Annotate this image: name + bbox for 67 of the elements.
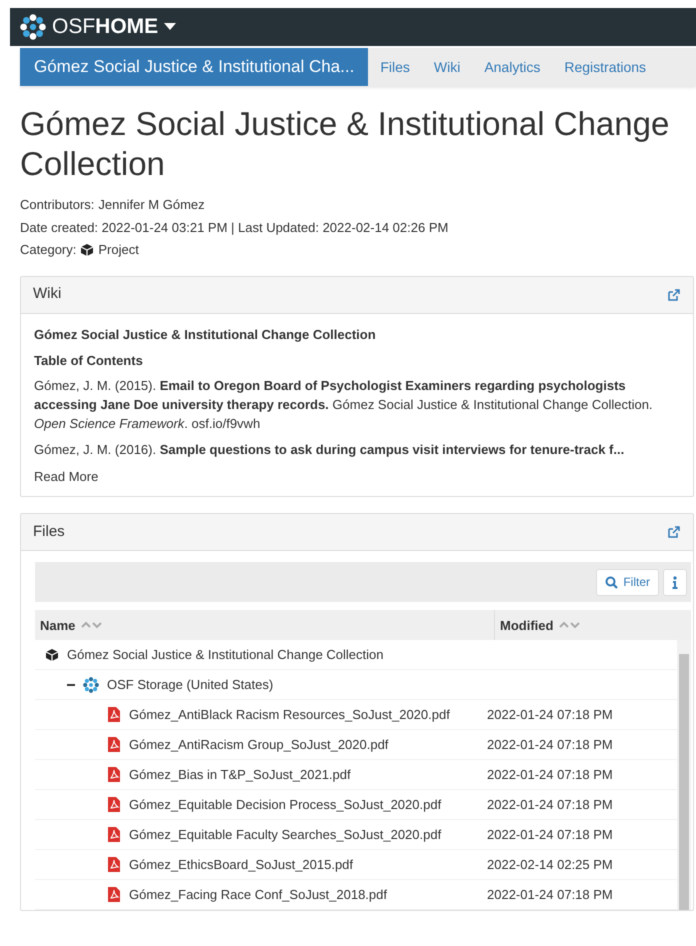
project-title-link[interactable]: Gómez Social Justice & Institutional Cha... (20, 48, 368, 86)
filter-button[interactable]: Filter (596, 568, 659, 596)
cube-icon (80, 242, 94, 257)
file-row[interactable]: OSF Storage (United States) (35, 670, 677, 700)
file-name: Gómez_Equitable Faculty Searches_SoJust_2020.pdf (129, 826, 442, 844)
panel-heading: Wiki (33, 284, 62, 304)
citation-text: Gómez, J. M. (2015). Email to Oregon Board of Psychologist Examiners regarding psychologists accessing Jane Doe university therapy records. Gómez Social Justice & Institutional Change Collection. Open Science Framework. osf.io/f9vwh (34, 377, 654, 434)
pdf-file-icon (107, 887, 121, 902)
modified-date: 2022-01-24 07:18 PM (487, 707, 613, 722)
file-row[interactable]: Gómez Social Justice & Institutional Change Collection (35, 640, 677, 670)
modified-date: 2022-01-24 07:18 PM (487, 797, 613, 812)
file-row[interactable]: Gómez_AntiBlack Racism Resources_SoJust_2020.pdf 2022-01-24 07:18 PM (35, 700, 677, 730)
storage-logo-icon (83, 676, 99, 693)
file-name: Gómez_EthicsBoard_SoJust_2015.pdf (129, 856, 354, 874)
modified-date: 2022-01-24 07:18 PM (487, 767, 613, 782)
file-row[interactable]: Gómez_EthicsBoard_SoJust_2015.pdf 2022-02-14 02:25 PM (35, 850, 677, 880)
nav-link[interactable]: Analytics (472, 48, 552, 86)
wiki-heading: Table of Contents (34, 352, 144, 370)
info-button[interactable] (663, 568, 687, 596)
nav-link[interactable]: Registrations (552, 48, 658, 86)
osf-logo-icon (20, 14, 46, 40)
category-value: Project (98, 241, 139, 260)
file-name: Gómez_AntiBlack Racism Resources_SoJust_2020.pdf (129, 706, 450, 724)
contributor-link[interactable]: Jennifer M Gómez (98, 195, 205, 215)
home-link[interactable]: OSFHOME (52, 11, 158, 43)
panel-heading: Files (33, 522, 65, 542)
citation-text: Gómez, J. M. (2016). Sample questions to ask during campus visit interviews for tenure-track f... (34, 440, 626, 459)
file-row[interactable]: Gómez_AntiRacism Group_SoJust_2020.pdf 2022-01-24 07:18 PM (35, 730, 677, 760)
file-name: Gómez_Facing Race Conf_SoJust_2018.pdf (129, 886, 387, 904)
modified-date: 2022-01-24 07:18 PM (487, 827, 613, 842)
caret-icon[interactable] (164, 23, 176, 31)
category-label: Category: (20, 241, 76, 260)
file-row[interactable]: Gómez_Equitable Decision Process_SoJust_2020.pdf 2022-01-24 07:18 PM (35, 790, 677, 820)
pdf-file-icon (107, 767, 121, 782)
cube-icon (45, 648, 59, 662)
search-icon (605, 576, 618, 589)
modified-date: 2022-01-24 07:18 PM (487, 887, 613, 902)
read-more-link[interactable]: Read More (34, 468, 98, 484)
file-row[interactable]: Gómez_Bias in T&P_SoJust_2021.pdf 2022-01-24 07:18 PM (35, 760, 677, 790)
file-name: OSF Storage (United States) (107, 676, 274, 694)
external-link-icon[interactable] (667, 525, 681, 540)
file-row[interactable]: Gómez_Facing Race Conf_SoJust_2018.pdf 2022-01-24 07:18 PM (35, 880, 677, 910)
contributors-label: Contributors: (20, 196, 94, 214)
file-row[interactable]: Gómez_Equitable Faculty Searches_SoJust_2020.pdf 2022-01-24 07:18 PM (35, 820, 677, 850)
modified-date: 2022-02-14 02:25 PM (487, 857, 613, 872)
scrollbar[interactable] (677, 640, 691, 910)
pdf-file-icon (107, 707, 121, 722)
file-name: Gómez Social Justice & Institutional Change Collection (67, 646, 384, 664)
column-header: Name (40, 616, 76, 634)
external-link-icon[interactable] (667, 288, 681, 302)
scrollbar-thumb[interactable] (679, 654, 689, 910)
pdf-file-icon (107, 827, 121, 842)
dates-text: Date created: 2022-01-24 03:21 PM | Last Updated: 2022-02-14 02:26 PM (20, 218, 450, 237)
pdf-file-icon (107, 857, 121, 872)
nav-link[interactable]: Files (368, 48, 422, 86)
file-name: Gómez_Bias in T&P_SoJust_2021.pdf (129, 766, 351, 784)
citation-link[interactable]: osf.io/f9vwh (192, 416, 260, 432)
column-header: Modified (500, 616, 554, 634)
pdf-file-icon (107, 797, 121, 812)
nav-link[interactable]: Wiki (422, 48, 472, 86)
modified-date: 2022-01-24 07:18 PM (487, 737, 613, 752)
file-name: Gómez_AntiRacism Group_SoJust_2020.pdf (129, 736, 388, 754)
wiki-title: Gómez Social Justice & Institutional Change Collection (34, 326, 377, 344)
project-title: Gómez Social Justice & Institutional Change Collection (20, 104, 670, 184)
info-icon (672, 576, 678, 589)
file-name: Gómez_Equitable Decision Process_SoJust_2020.pdf (129, 796, 442, 814)
pdf-file-icon (107, 737, 121, 752)
